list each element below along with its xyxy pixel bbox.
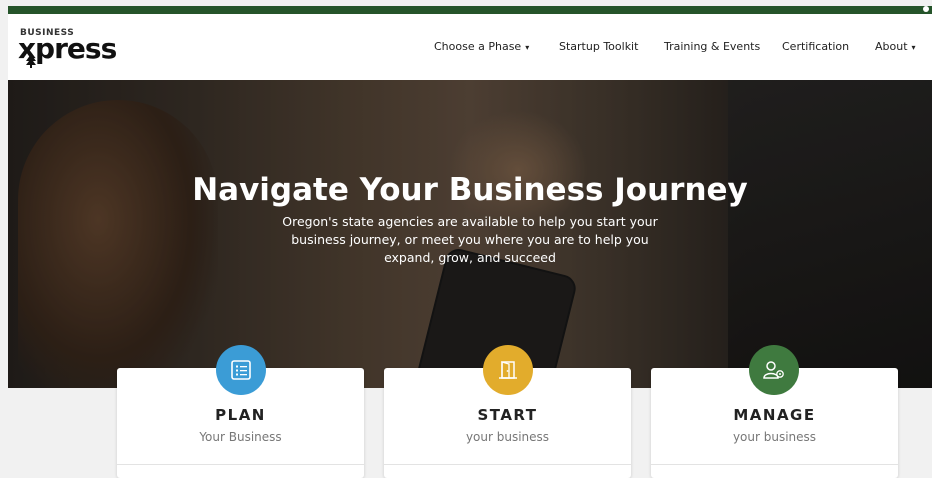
manage-badge[interactable]	[749, 345, 799, 395]
card-divider	[651, 464, 898, 465]
user-gear-icon	[763, 361, 784, 379]
chevron-down-icon: ▾	[525, 43, 530, 52]
tree-icon	[26, 54, 36, 68]
top-accent-bar	[8, 6, 932, 14]
nav-about-label: About	[875, 40, 908, 53]
business-xpress-logo[interactable]: BUSINESS xpress	[18, 28, 140, 68]
card-divider	[117, 464, 364, 465]
nav-choose-a-phase[interactable]: Choose a Phase ▾	[434, 40, 529, 56]
corner-dot	[923, 6, 929, 12]
hero-subtitle: Oregon's state agencies are available to…	[282, 214, 658, 265]
plan-card-subtitle: Your Business	[199, 430, 282, 444]
list-icon	[231, 360, 251, 380]
nav-training-events-label: Training & Events	[664, 40, 761, 53]
start-badge[interactable]	[483, 345, 533, 395]
plan-badge[interactable]	[216, 345, 266, 395]
start-card-title: START	[477, 406, 538, 424]
nav-certification-label: Certification	[782, 40, 850, 53]
hero-title: Navigate Your Business Journey	[192, 172, 748, 208]
manage-card-subtitle: your business	[732, 430, 817, 444]
nav-training-events[interactable]: Training & Events	[664, 40, 760, 56]
nav-about[interactable]: About ▾	[875, 40, 916, 56]
manage-card-title: MANAGE	[733, 406, 816, 424]
card-divider	[384, 464, 631, 465]
nav-certification[interactable]: Certification	[782, 40, 849, 56]
plan-card-title: PLAN	[215, 406, 266, 424]
chevron-down-icon: ▾	[911, 43, 916, 52]
nav-choose-a-phase-label: Choose a Phase	[434, 40, 522, 53]
nav-startup-toolkit[interactable]: Startup Toolkit	[559, 40, 638, 56]
hero-banner: Navigate Your Business Journey Oregon's …	[8, 80, 932, 388]
nav-startup-toolkit-label: Startup Toolkit	[559, 40, 639, 53]
door-icon	[499, 361, 517, 379]
start-card-subtitle: your business	[465, 430, 550, 444]
site-header: BUSINESS xpress Choose a Phase ▾ Startup …	[8, 14, 932, 80]
